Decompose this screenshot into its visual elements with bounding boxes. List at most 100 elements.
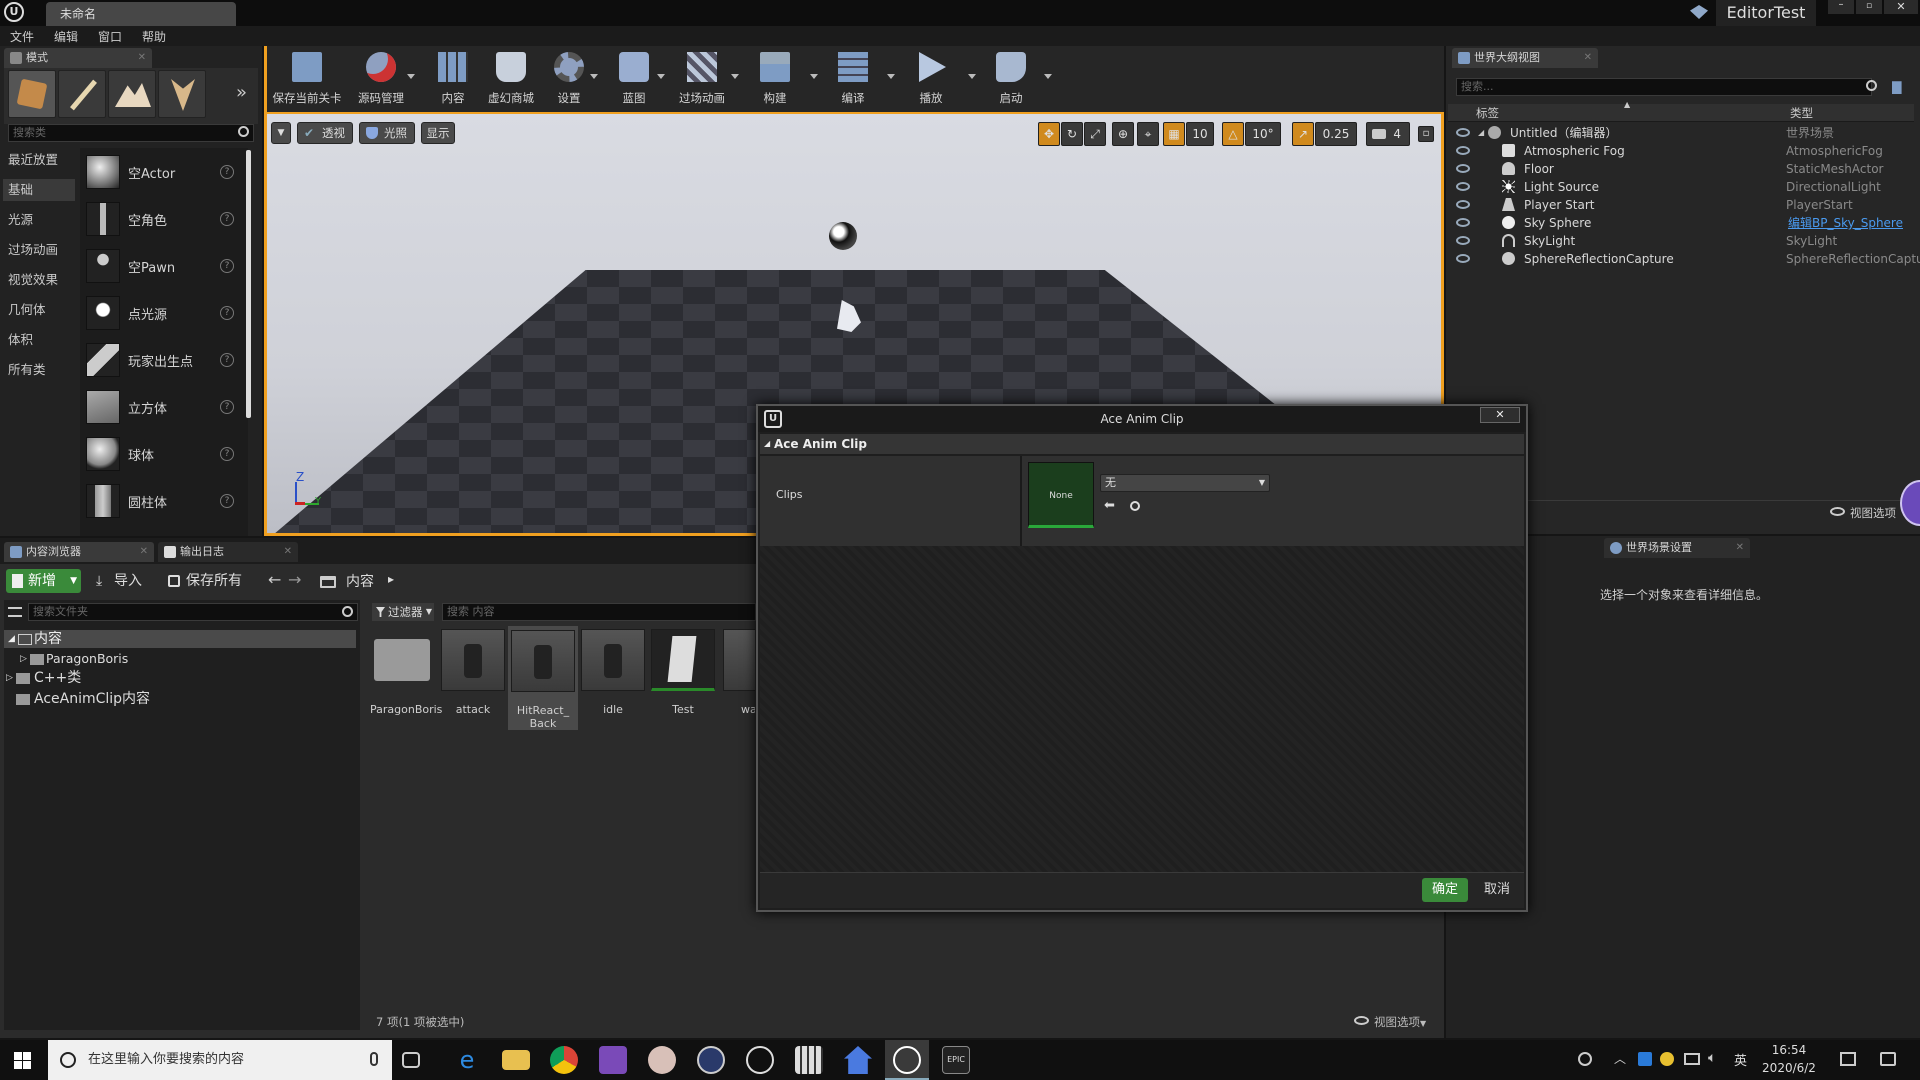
sources-toggle-icon[interactable] [8, 607, 22, 617]
cinematics-button[interactable]: 过场动画 [672, 48, 732, 106]
category-cinematic[interactable]: 过场动画 [8, 239, 78, 261]
epic-games-icon[interactable]: EPIC [942, 1046, 970, 1074]
build-button[interactable]: 构建 [748, 48, 802, 106]
tray-app-icon-2[interactable] [1660, 1052, 1674, 1066]
file-explorer-icon[interactable] [502, 1050, 530, 1070]
class-search-input[interactable]: 搜索类 [8, 124, 254, 142]
visibility-eye-icon[interactable] [1456, 254, 1470, 263]
visibility-eye-icon[interactable] [1456, 146, 1470, 155]
help-icon[interactable]: ? [220, 306, 234, 320]
notification-center-icon[interactable] [1840, 1052, 1856, 1066]
user-avatar-app-icon[interactable] [648, 1046, 676, 1074]
content-button[interactable]: 内容 [428, 48, 478, 106]
viewport-options-button[interactable]: ▼ [271, 122, 291, 144]
place-item-cube[interactable]: 立方体? [84, 386, 240, 430]
outliner-search-input[interactable]: 搜索... [1456, 78, 1872, 96]
cancel-button[interactable]: 取消 [1474, 878, 1520, 902]
help-icon[interactable]: ? [220, 353, 234, 367]
outliner-view-options[interactable]: 视图选项 [1830, 505, 1896, 521]
menu-edit[interactable]: 编辑 [54, 28, 78, 45]
help-icon[interactable]: ? [220, 447, 234, 461]
path-chevron-icon[interactable]: ▸ [388, 572, 394, 586]
launch-dropdown-icon[interactable] [1044, 74, 1052, 80]
clock-time[interactable]: 16:54 [1758, 1043, 1820, 1057]
asset-thumbnail-none[interactable]: None [1028, 462, 1094, 528]
place-item-sphere[interactable]: 球体? [84, 433, 240, 477]
tab-output-log[interactable]: 输出日志 ✕ [158, 542, 298, 562]
tab-close-icon[interactable]: ✕ [284, 542, 292, 562]
compile-dropdown-icon[interactable] [887, 74, 895, 80]
more-modes-icon[interactable]: » [236, 82, 247, 103]
menu-window[interactable]: 窗口 [98, 28, 122, 45]
show-button[interactable]: 显示 [421, 122, 455, 144]
menu-help[interactable]: 帮助 [142, 28, 166, 45]
column-label-header[interactable]: 标签 [1476, 105, 1499, 121]
import-button[interactable]: ⤓ 导入 [92, 569, 154, 593]
save-level-button[interactable]: 保存当前关卡 [268, 48, 346, 106]
ok-button[interactable]: 确定 [1422, 878, 1468, 902]
asset-idle[interactable]: idle [581, 629, 645, 716]
place-item-cylinder[interactable]: 圆柱体? [84, 480, 240, 524]
marketplace-button[interactable]: 虚幻商城 [484, 48, 538, 106]
rotate-tool-button[interactable]: ↻ [1061, 122, 1083, 146]
outliner-row-sky-sphere[interactable]: Sky Sphere 编辑BP_Sky_Sphere [1448, 214, 1914, 232]
people-icon[interactable] [1578, 1052, 1592, 1066]
asset-hitreact-back[interactable]: HitReact_ Back [508, 626, 578, 730]
play-button[interactable]: 播放 [904, 48, 958, 106]
perspective-button[interactable]: ✔ 透视 [297, 122, 353, 144]
chat-bubble-icon[interactable] [1880, 1052, 1896, 1066]
help-icon[interactable]: ? [220, 165, 234, 179]
launch-button[interactable]: 启动 [984, 48, 1038, 106]
save-all-button[interactable]: 保存所有 [164, 569, 250, 593]
visibility-eye-icon[interactable] [1456, 182, 1470, 191]
document-tab[interactable]: 未命名 [46, 2, 236, 26]
taskbar-search-box[interactable]: 在这里输入你要搜索的内容 [48, 1040, 392, 1080]
rotation-snap-toggle[interactable]: △ [1222, 122, 1244, 146]
visibility-eye-icon[interactable] [1456, 164, 1470, 173]
add-new-button[interactable]: 新增 ▼ [6, 569, 81, 593]
grid-snap-value[interactable]: 10 [1186, 122, 1214, 146]
category-all-classes[interactable]: 所有类 [8, 359, 78, 381]
place-item-player-start[interactable]: 玩家出生点? [84, 339, 240, 383]
place-item-empty-character[interactable]: 空角色? [84, 198, 240, 242]
sky-sphere-icon[interactable] [829, 222, 857, 250]
microphone-icon[interactable] [370, 1052, 378, 1066]
place-item-empty-actor[interactable]: 空Actor? [84, 151, 240, 195]
asset-attack[interactable]: attack [441, 629, 505, 716]
translate-tool-button[interactable]: ✥ [1038, 122, 1060, 146]
content-view-options[interactable]: 视图选项▼ [1354, 1014, 1426, 1030]
unreal-engine-icon[interactable] [746, 1046, 774, 1074]
category-visual-effects[interactable]: 视觉效果 [8, 269, 78, 291]
place-item-point-light[interactable]: 点光源? [84, 292, 240, 336]
help-icon[interactable]: ? [220, 494, 234, 508]
compile-button[interactable]: 编译 [826, 48, 880, 106]
unreal-editor-active-icon[interactable] [893, 1046, 921, 1074]
settings-dropdown-icon[interactable] [590, 74, 598, 80]
asset-test[interactable]: Test [651, 629, 715, 716]
cinematics-dropdown-icon[interactable] [731, 74, 739, 80]
outliner-row-floor[interactable]: Floor StaticMeshActor [1448, 160, 1914, 178]
outliner-row-skylight[interactable]: SkyLight SkyLight [1448, 232, 1914, 250]
world-local-toggle[interactable]: ⊕ [1112, 122, 1134, 146]
tab-world-outliner[interactable]: 世界大纲视图 ✕ [1452, 48, 1598, 68]
tab-close-icon[interactable]: ✕ [138, 48, 146, 68]
tree-item-aceanimclip[interactable]: AceAnimClip内容 [14, 690, 150, 708]
category-volumes[interactable]: 体积 [8, 329, 78, 351]
source-control-dropdown-icon[interactable] [407, 74, 415, 80]
expand-arrow-icon[interactable]: ▷ [6, 669, 13, 687]
outliner-row-world[interactable]: ◢ Untitled（编辑器） 世界场景 [1448, 124, 1914, 142]
tree-item-paragonboris[interactable]: ▷ ParagonBoris [20, 650, 128, 668]
property-divider[interactable] [1020, 456, 1022, 546]
source-control-button[interactable]: 源码管理 [350, 48, 412, 106]
ue-logo-icon[interactable]: U [4, 2, 24, 22]
use-selected-arrow-icon[interactable]: ⬅ [1104, 498, 1115, 513]
visual-studio-icon[interactable] [599, 1046, 627, 1074]
volume-icon[interactable]: 🔈︎ [1708, 1050, 1716, 1066]
blueprints-button[interactable]: 蓝图 [608, 48, 660, 106]
scale-tool-button[interactable]: ⤢ [1084, 122, 1106, 146]
calculator-icon[interactable] [795, 1046, 823, 1074]
help-icon[interactable]: ? [220, 259, 234, 273]
folder-search-input[interactable]: 搜索文件夹 [28, 603, 358, 621]
foliage-mode-button[interactable] [158, 70, 206, 118]
menu-file[interactable]: 文件 [10, 28, 34, 45]
